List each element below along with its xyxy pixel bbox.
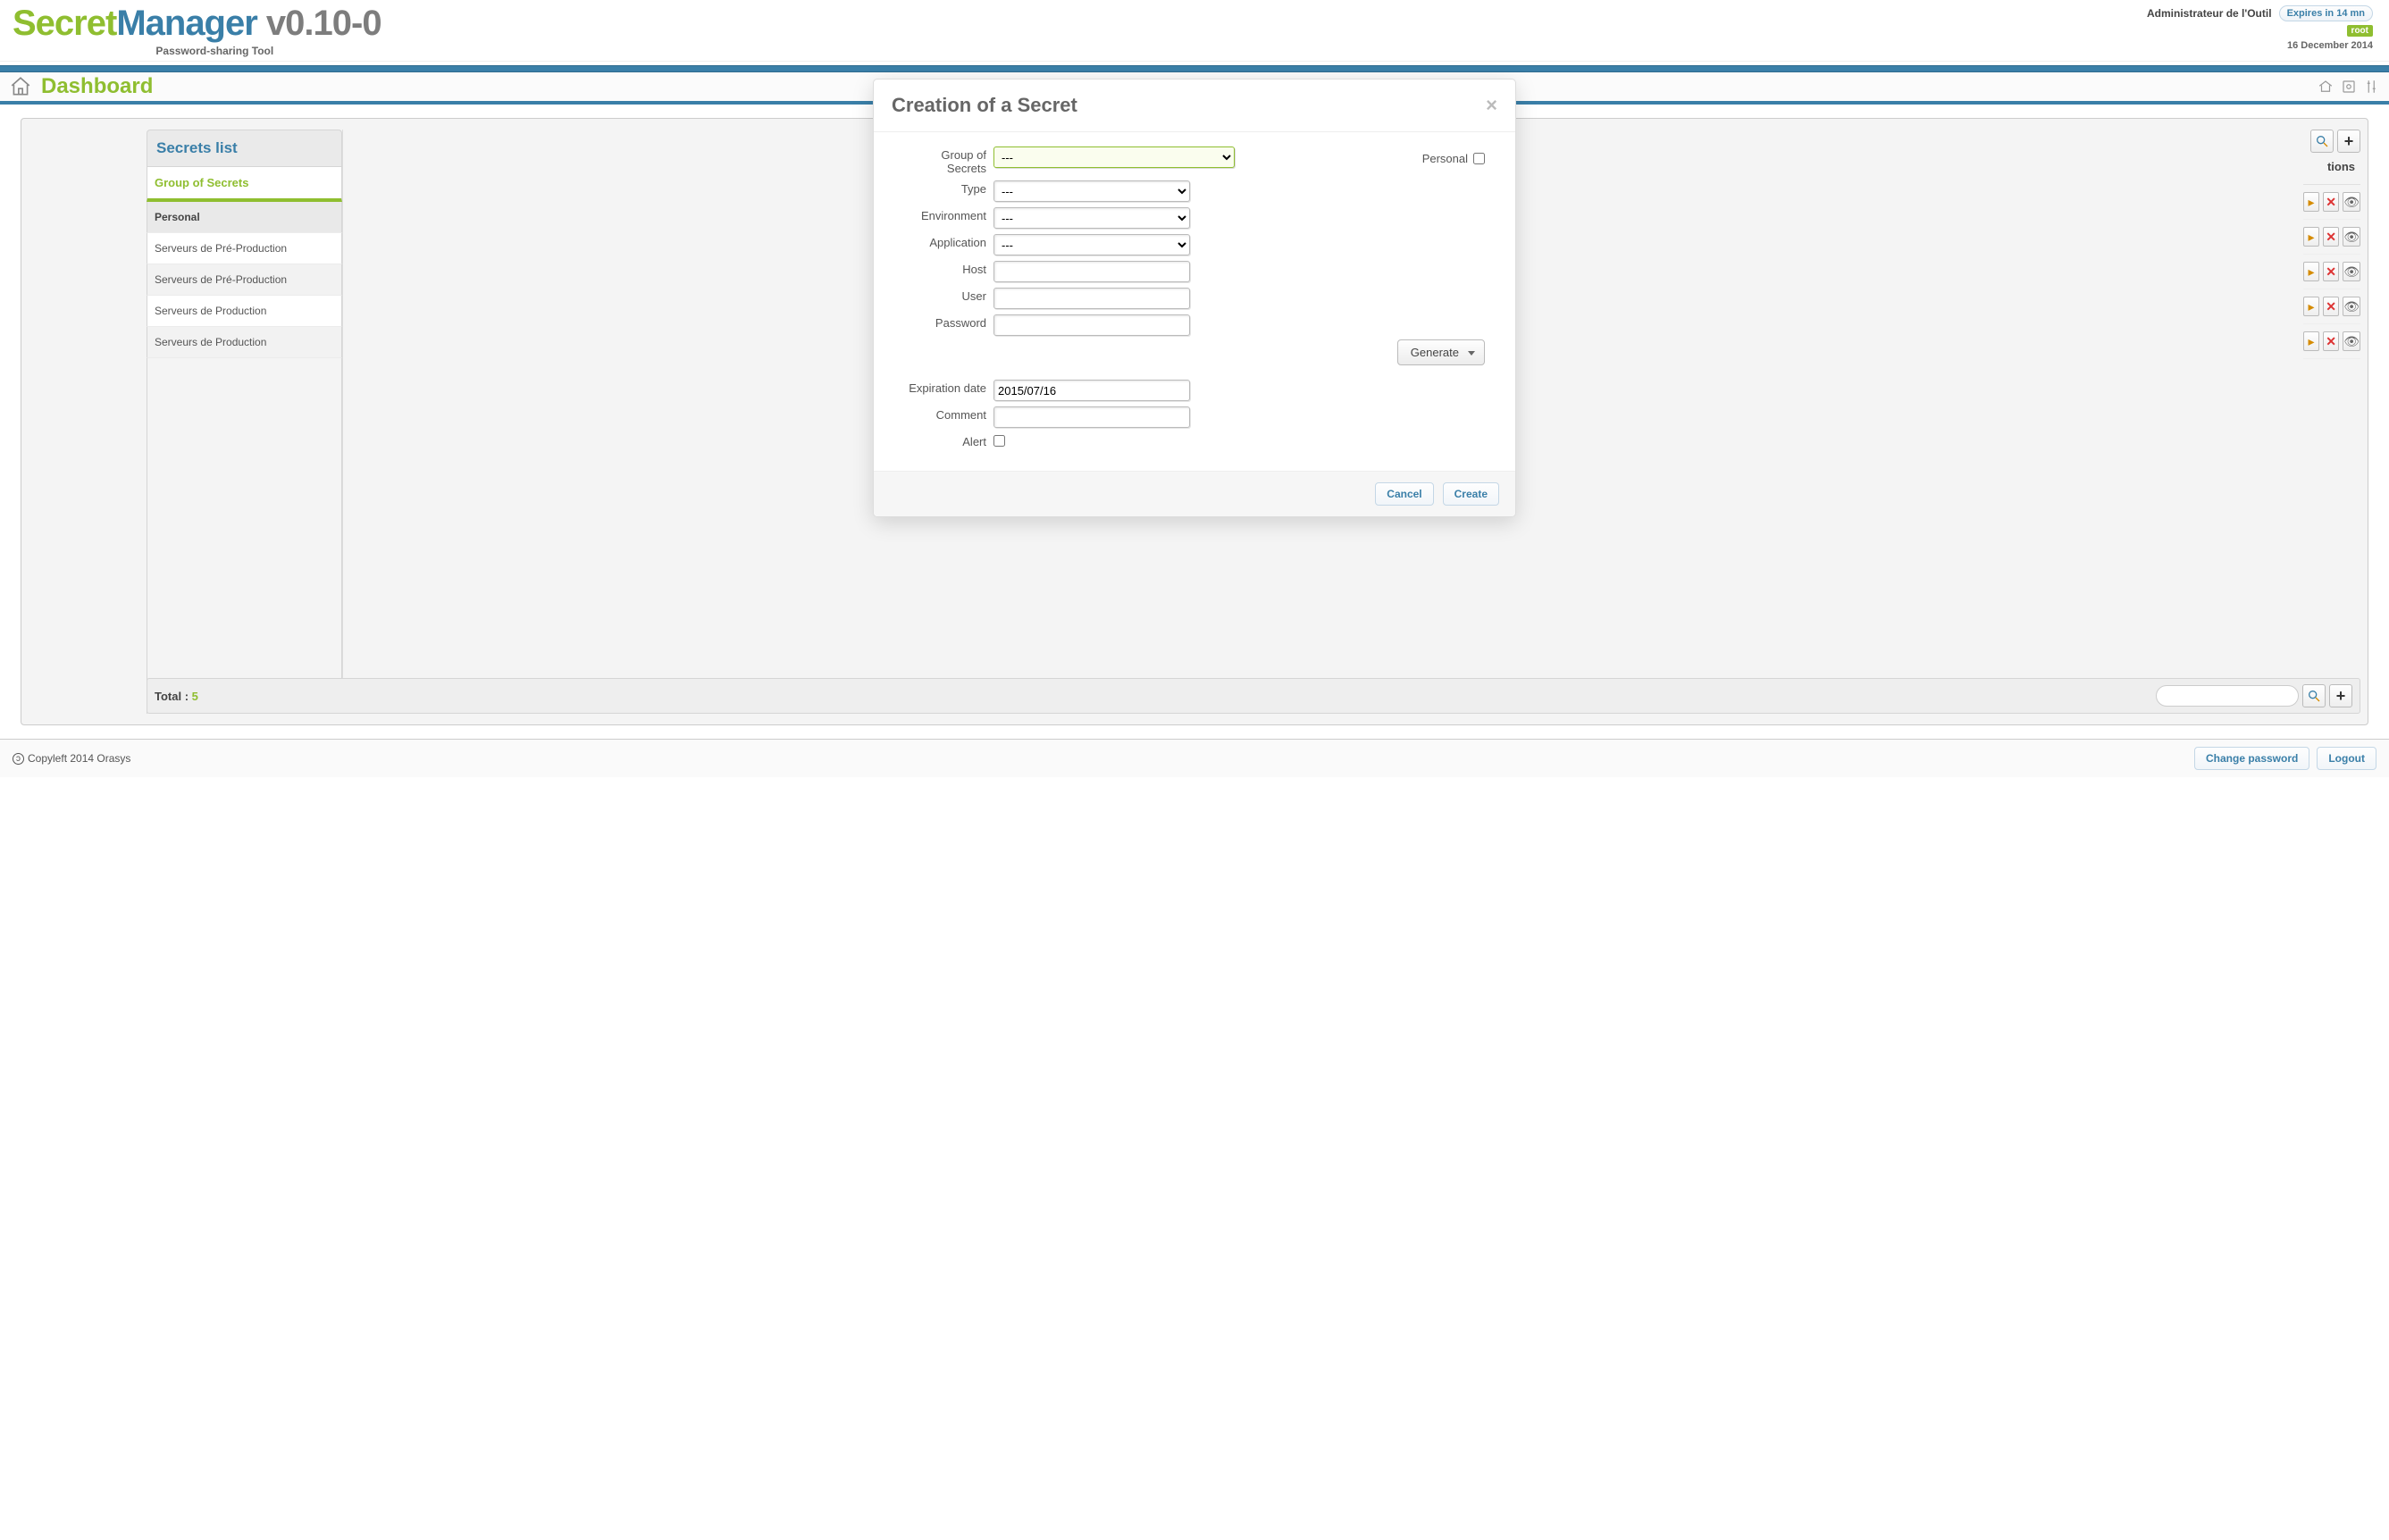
generate-button[interactable]: Generate xyxy=(1397,339,1485,365)
sidebar-item[interactable]: Serveurs de Pré-Production xyxy=(147,264,342,296)
delete-icon[interactable]: ✕ xyxy=(2323,227,2339,247)
label-password: Password xyxy=(904,313,993,330)
row-actions: ▸ ✕ 👁 xyxy=(2303,185,2360,220)
host-input[interactable] xyxy=(993,261,1190,282)
label-alert: Alert xyxy=(904,431,993,448)
brand-version: v0.10-0 xyxy=(257,4,381,43)
total-label: Total : xyxy=(155,690,192,703)
search-button[interactable] xyxy=(2310,130,2334,153)
logout-button[interactable]: Logout xyxy=(2317,747,2376,770)
modal-body: Group of Secrets --- Personal Type --- E… xyxy=(874,132,1515,471)
header-date: 16 December 2014 xyxy=(2147,40,2373,51)
secrets-sidebar: Secrets list Group of Secrets Personal S… xyxy=(147,130,343,714)
total-count: 5 xyxy=(192,690,198,703)
tools-icon[interactable] xyxy=(2364,79,2380,95)
row-actions: ▸ ✕ 👁 xyxy=(2303,324,2360,359)
footer-add-button[interactable]: + xyxy=(2329,684,2352,707)
total-block: Total : 5 xyxy=(155,690,198,703)
view-icon[interactable]: 👁 xyxy=(2343,227,2360,247)
add-secret-button[interactable]: + xyxy=(2337,130,2360,153)
edit-icon[interactable]: ▸ xyxy=(2303,331,2319,351)
brand-title: SecretManager v0.10-0 xyxy=(13,5,381,41)
label-expiration: Expiration date xyxy=(904,378,993,395)
view-icon[interactable]: 👁 xyxy=(2343,297,2360,316)
sidebar-group-title[interactable]: Group of Secrets xyxy=(147,167,342,202)
delete-icon[interactable]: ✕ xyxy=(2323,262,2339,281)
view-icon[interactable]: 👁 xyxy=(2343,331,2360,351)
home-icon[interactable] xyxy=(9,75,32,98)
expiration-input[interactable] xyxy=(993,380,1190,401)
brand-word-secret: Secret xyxy=(13,4,116,43)
page-footer: c Copyleft 2014 Orasys Change password L… xyxy=(0,739,2389,777)
brand-subtitle: Password-sharing Tool xyxy=(48,45,381,57)
label-group: Group of Secrets xyxy=(904,145,993,175)
group-select[interactable]: --- xyxy=(993,146,1235,168)
copyleft: c Copyleft 2014 Orasys xyxy=(13,752,130,765)
label-application: Application xyxy=(904,232,993,249)
label-environment: Environment xyxy=(904,205,993,222)
row-actions: ▸ ✕ 👁 xyxy=(2303,220,2360,255)
row-actions: ▸ ✕ 👁 xyxy=(2303,255,2360,289)
delete-icon[interactable]: ✕ xyxy=(2323,192,2339,212)
row-actions: ▸ ✕ 👁 xyxy=(2303,289,2360,324)
page-title: Dashboard xyxy=(41,74,153,99)
header-right: Administrateur de l'Outil Expires in 14 … xyxy=(2147,5,2373,57)
view-icon[interactable]: 👁 xyxy=(2343,262,2360,281)
brand-block: SecretManager v0.10-0 Password-sharing T… xyxy=(13,5,381,57)
cancel-button[interactable]: Cancel xyxy=(1375,482,1433,506)
edit-icon[interactable]: ▸ xyxy=(2303,192,2319,212)
application-select[interactable]: --- xyxy=(993,234,1190,255)
environment-select[interactable]: --- xyxy=(993,207,1190,229)
sidebar-fill xyxy=(147,358,342,714)
label-comment: Comment xyxy=(904,405,993,422)
label-personal: Personal xyxy=(1422,152,1468,165)
delete-icon[interactable]: ✕ xyxy=(2323,297,2339,316)
comment-input[interactable] xyxy=(993,406,1190,428)
password-input[interactable] xyxy=(993,314,1190,336)
session-expiry-badge[interactable]: Expires in 14 mn xyxy=(2279,5,2373,21)
edit-icon[interactable]: ▸ xyxy=(2303,227,2319,247)
close-icon[interactable]: × xyxy=(1486,94,1497,117)
secrets-table-right: + tions ▸ ✕ 👁 ▸ ✕ 👁 ▸ ✕ 👁 ▸ ✕ 👁 xyxy=(2296,119,2368,724)
footer-search-input[interactable] xyxy=(2156,685,2299,707)
type-select[interactable]: --- xyxy=(993,180,1190,202)
sidebar-item[interactable]: Serveurs de Production xyxy=(147,327,342,358)
sidebar-header: Secrets list xyxy=(147,130,342,167)
label-type: Type xyxy=(904,179,993,196)
edit-icon[interactable]: ▸ xyxy=(2303,262,2319,281)
personal-checkbox[interactable] xyxy=(1473,153,1485,164)
breadcrumb-home-icon[interactable] xyxy=(2318,79,2334,95)
footer-search-button[interactable] xyxy=(2302,684,2326,707)
brand-word-manager: Manager xyxy=(116,4,257,43)
copyleft-icon: c xyxy=(13,753,24,765)
app-header: SecretManager v0.10-0 Password-sharing T… xyxy=(0,0,2389,62)
sidebar-item-personal[interactable]: Personal xyxy=(147,202,342,233)
label-host: Host xyxy=(904,259,993,276)
root-badge: root xyxy=(2347,25,2373,37)
admin-label: Administrateur de l'Outil xyxy=(2147,7,2272,20)
safe-icon[interactable] xyxy=(2341,79,2357,95)
view-icon[interactable]: 👁 xyxy=(2343,192,2360,212)
modal-title: Creation of a Secret xyxy=(892,94,1077,117)
change-password-button[interactable]: Change password xyxy=(2194,747,2309,770)
panel-footer: Total : 5 + xyxy=(147,678,2360,714)
footer-tools: + xyxy=(2156,684,2352,707)
alert-checkbox[interactable] xyxy=(993,435,1005,447)
user-input[interactable] xyxy=(993,288,1190,309)
sidebar-item[interactable]: Serveurs de Pré-Production xyxy=(147,233,342,264)
delete-icon[interactable]: ✕ xyxy=(2323,331,2339,351)
label-user: User xyxy=(904,286,993,303)
table-toolbar: + xyxy=(2310,130,2360,153)
modal-header: Creation of a Secret × xyxy=(874,80,1515,132)
edit-icon[interactable]: ▸ xyxy=(2303,297,2319,316)
top-blue-bar xyxy=(0,65,2389,72)
create-secret-modal: Creation of a Secret × Group of Secrets … xyxy=(873,79,1516,517)
footer-buttons: Change password Logout xyxy=(2194,747,2376,770)
copyleft-text: Copyleft 2014 Orasys xyxy=(28,752,130,765)
modal-footer: Cancel Create xyxy=(874,471,1515,516)
create-button[interactable]: Create xyxy=(1443,482,1499,506)
sidebar-item[interactable]: Serveurs de Production xyxy=(147,296,342,327)
